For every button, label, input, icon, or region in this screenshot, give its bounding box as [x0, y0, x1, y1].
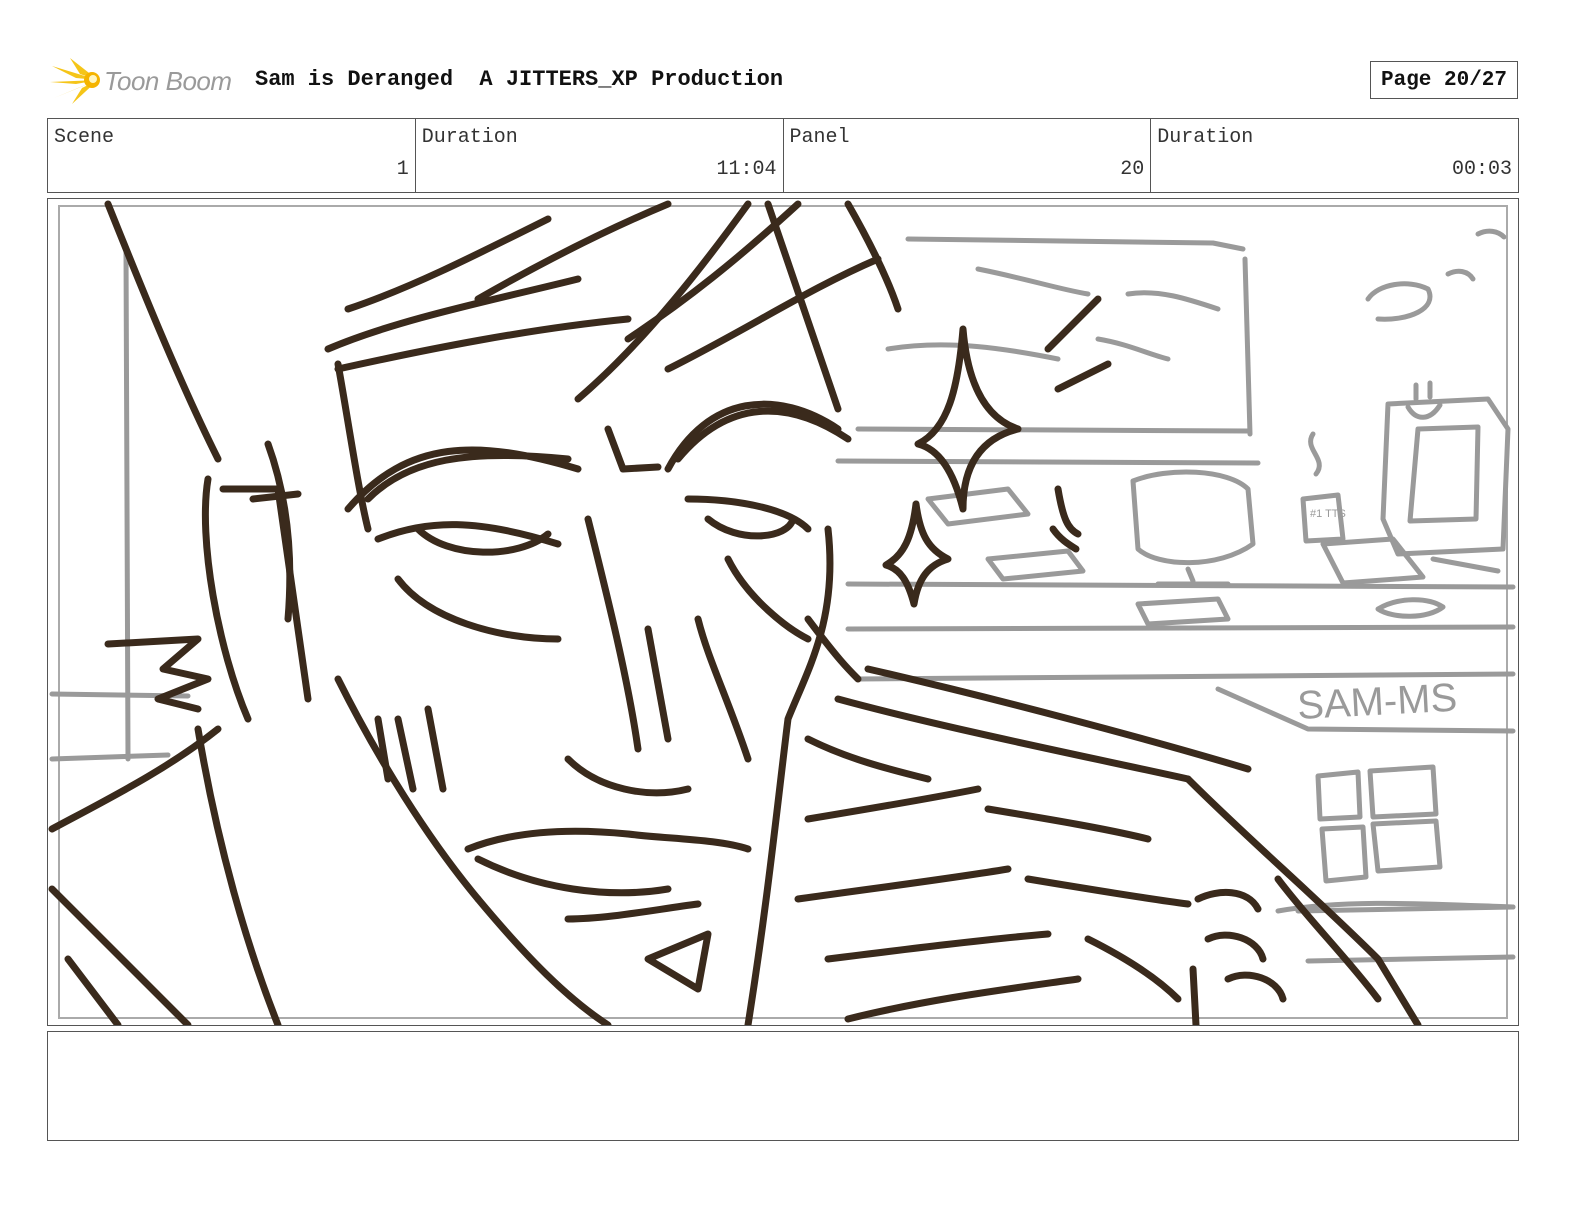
scene-label: Scene [54, 126, 115, 149]
panel-duration-label: Duration [1157, 126, 1254, 149]
scene-duration-cell: Duration 11:04 [416, 119, 784, 192]
background-sign: SAM-MS [1296, 676, 1458, 728]
logo-text: Toon Boom [104, 66, 232, 96]
starburst-icon [50, 58, 100, 104]
toon-boom-logo: Toon Boom [50, 56, 240, 106]
scene-cell: Scene 1 [48, 119, 416, 192]
scene-value: 1 [396, 158, 409, 181]
panel-cell: Panel 20 [784, 119, 1152, 192]
panel-duration-cell: Duration 00:03 [1151, 119, 1518, 192]
character-sketch [48, 200, 1422, 1025]
page-number: Page 20/27 [1370, 61, 1518, 99]
panel-sketch: SAM-MS #1 TTS [48, 200, 1516, 1025]
scene-duration-label: Duration [421, 126, 518, 149]
info-table: Scene 1 Duration 11:04 Panel 20 Duration… [47, 118, 1519, 193]
panel-duration-value: 00:03 [1451, 158, 1512, 181]
notes-box [47, 1031, 1519, 1141]
scene-duration-value: 11:04 [716, 158, 777, 181]
background-sketch [49, 228, 1516, 964]
page-title: Sam is Deranged A JITTERS_XP Production [255, 67, 784, 92]
mug-text: #1 TTS [1310, 508, 1346, 520]
panel-label: Panel [789, 126, 850, 149]
storyboard-panel: SAM-MS #1 TTS [47, 198, 1519, 1026]
panel-value: 20 [1120, 158, 1145, 181]
